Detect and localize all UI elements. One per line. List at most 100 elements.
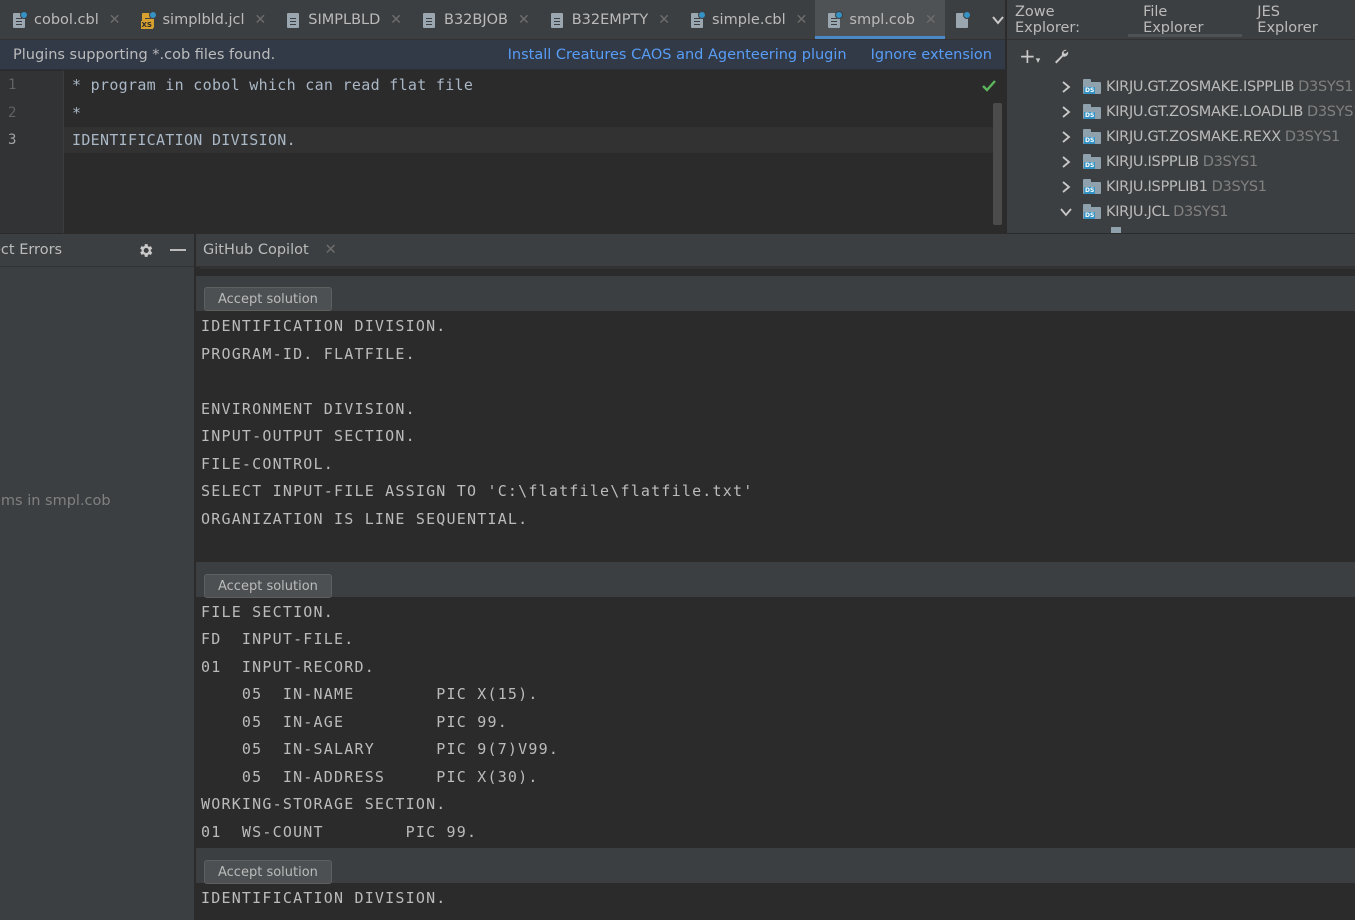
dataset-row[interactable]: DS KIRJU.GT.ZOSMAKE.ISPPLIB D3SYS1: [1007, 74, 1354, 99]
copilot-title: GitHub Copilot: [203, 242, 309, 258]
dataset-name: KIRJU.ISPPLIB1: [1106, 178, 1208, 195]
code-line[interactable]: IDENTIFICATION DIVISION.: [72, 131, 296, 149]
close-icon[interactable]: ✕: [255, 12, 267, 28]
copilot-tab[interactable]: GitHub Copilot ✕: [196, 234, 1355, 267]
dataset-row[interactable]: DS KIRJU.ISPPLIB D3SYS1: [1007, 149, 1258, 174]
accept-solution-button[interactable]: Accept solution: [204, 287, 332, 311]
dataset-row[interactable]: DS KIRJU.GT.ZOSMAKE.LOADLIB D3SYS1: [1007, 99, 1355, 124]
chevron-right-icon[interactable]: [1059, 80, 1073, 94]
github-copilot-panel: GitHub Copilot ✕ Accept solution IDENTIF…: [196, 234, 1355, 920]
code-editor[interactable]: 1 2 3 * program in cobol which can read …: [0, 71, 1005, 233]
close-icon[interactable]: ✕: [925, 12, 937, 28]
tab-label: B32BJOB: [444, 11, 508, 28]
tab-b32bjob[interactable]: B32BJOB ✕: [410, 0, 538, 39]
close-icon[interactable]: ✕: [390, 12, 402, 28]
dataset-folder-icon: DS: [1083, 129, 1101, 144]
no-problems-text: ems in smpl.cob: [0, 493, 111, 509]
editor-tab-bar: cobol.cbl ✕ XS simplbld.jcl ✕ SIMPLBLD ✕…: [0, 0, 1043, 40]
dataset-folder-icon: DS: [1083, 154, 1101, 169]
dataset-name: KIRJU.GT.ZOSMAKE.REXX: [1106, 128, 1281, 145]
close-icon[interactable]: ✕: [325, 242, 337, 258]
dataset-system: D3SYS1: [1173, 203, 1229, 220]
dataset-row[interactable]: DS KIRJU.ISPPLIB1 D3SYS1: [1007, 174, 1267, 199]
cobol-file-icon: [690, 10, 706, 29]
install-plugin-link[interactable]: Install Creatures CAOS and Agenteering p…: [508, 47, 847, 63]
dataset-system: D3SYS1: [1307, 103, 1355, 120]
solution-code[interactable]: FILE SECTION. FD INPUT-FILE. 01 INPUT-RE…: [200, 598, 1355, 846]
minimize-icon[interactable]: [170, 249, 186, 251]
tab-label: smpl.cob: [849, 11, 915, 28]
tab-simplbld[interactable]: SIMPLBLD ✕: [274, 0, 410, 39]
gear-icon[interactable]: [137, 242, 154, 259]
dataset-name: KIRJU.GT.ZOSMAKE.LOADLIB: [1106, 103, 1303, 120]
solution-line: IDENTIFICATION DIVISION.: [201, 889, 447, 907]
solution-line: ENVIRONMENT DIVISION.: [201, 400, 416, 418]
plugin-suggestion-banner: Plugins supporting *.cob files found. In…: [0, 40, 1005, 70]
tab-b32empty[interactable]: B32EMPTY ✕: [538, 0, 678, 39]
text-file-icon: [286, 11, 302, 29]
overflow-tab-file-icon[interactable]: [945, 0, 981, 39]
tab-jes-explorer[interactable]: JES Explorer: [1242, 0, 1355, 40]
solution-line: 05 IN-AGE PIC 99.: [201, 713, 508, 731]
dataset-folder-icon: DS: [1083, 204, 1101, 219]
dataset-folder-icon: DS: [1083, 79, 1101, 94]
tab-cobol-cbl[interactable]: cobol.cbl ✕: [0, 0, 129, 39]
solution-line: INPUT-OUTPUT SECTION.: [201, 427, 416, 445]
dataset-row[interactable]: DS KIRJU.JCL D3SYS1: [1007, 199, 1229, 224]
cobol-file-icon: [955, 10, 971, 29]
ignore-extension-link[interactable]: Ignore extension: [871, 47, 992, 63]
dataset-system: D3SYS1: [1202, 153, 1258, 170]
solution-code[interactable]: IDENTIFICATION DIVISION. PROGRAM-ID. FLA…: [200, 311, 1355, 559]
dataset-row[interactable]: DS KIRJU.GT.ZOSMAKE.REXX D3SYS1: [1007, 124, 1340, 149]
chevron-right-icon[interactable]: [1059, 180, 1073, 194]
tab-file-explorer[interactable]: File Explorer: [1128, 0, 1243, 40]
solution-line: FILE SECTION.: [201, 603, 334, 621]
solution-line: WORKING-STORAGE SECTION.: [201, 795, 447, 813]
dataset-folder-icon: DS: [1083, 104, 1101, 119]
close-icon[interactable]: ✕: [518, 12, 530, 28]
problems-header: ect Errors: [0, 234, 194, 267]
code-line[interactable]: * program in cobol which can read flat f…: [72, 76, 473, 94]
close-icon[interactable]: ✕: [796, 12, 808, 28]
add-connection-plus-icon[interactable]: +▾: [1019, 46, 1040, 66]
solution-line: IDENTIFICATION DIVISION.: [201, 317, 447, 335]
solution-line: PROGRAM-ID. FLATFILE.: [201, 345, 416, 363]
solution-line: FILE-CONTROL.: [201, 455, 334, 473]
solution-line: SELECT INPUT-FILE ASSIGN TO 'C:\flatfile…: [201, 482, 754, 500]
chevron-right-icon[interactable]: [1059, 105, 1073, 119]
chevron-down-icon[interactable]: [1059, 205, 1073, 219]
solution-code[interactable]: IDENTIFICATION DIVISION.: [200, 884, 1355, 920]
accept-solution-button[interactable]: Accept solution: [204, 860, 332, 884]
solution-toolbar: Accept solution: [196, 275, 1355, 311]
solution-toolbar: Accept solution: [196, 561, 1355, 598]
tab-smpl-cob[interactable]: smpl.cob ✕: [815, 0, 946, 39]
line-number: 1: [8, 77, 17, 93]
dataset-system: D3SYS1: [1298, 78, 1354, 95]
tab-label: simplbld.jcl: [162, 11, 245, 28]
dataset-folder-icon: DS: [1083, 179, 1101, 194]
close-icon[interactable]: ✕: [658, 12, 670, 28]
cobol-file-icon: [827, 10, 844, 29]
solution-line: 01 WS-COUNT PIC 99.: [201, 823, 478, 841]
problems-title[interactable]: ect Errors: [0, 242, 62, 258]
text-file-icon: [550, 11, 566, 29]
tab-simplbld-jcl[interactable]: XS simplbld.jcl ✕: [129, 0, 275, 39]
solution-line: 05 IN-NAME PIC X(15).: [201, 685, 539, 703]
chevron-right-icon[interactable]: [1059, 155, 1073, 169]
line-number-gutter: 1 2 3: [0, 71, 64, 233]
accept-solution-button[interactable]: Accept solution: [204, 574, 332, 598]
wrench-icon[interactable]: [1052, 47, 1070, 65]
editor-scrollbar[interactable]: [993, 103, 1002, 225]
dataset-system: D3SYS1: [1211, 178, 1267, 195]
dataset-system: D3SYS1: [1284, 128, 1340, 145]
tab-label: SIMPLBLD: [308, 11, 381, 28]
zowe-explorer-panel: Zowe Explorer: File Explorer JES Explore…: [1006, 0, 1355, 233]
close-icon[interactable]: ✕: [109, 12, 121, 28]
solution-line: 05 IN-ADDRESS PIC X(30).: [201, 768, 539, 786]
line-number: 3: [8, 132, 17, 148]
code-line[interactable]: *: [72, 104, 81, 122]
chevron-right-icon[interactable]: [1059, 130, 1073, 144]
dataset-name: KIRJU.JCL: [1106, 203, 1170, 220]
member-file-icon: [1111, 227, 1121, 233]
tab-simple-cbl[interactable]: simple.cbl ✕: [678, 0, 815, 39]
